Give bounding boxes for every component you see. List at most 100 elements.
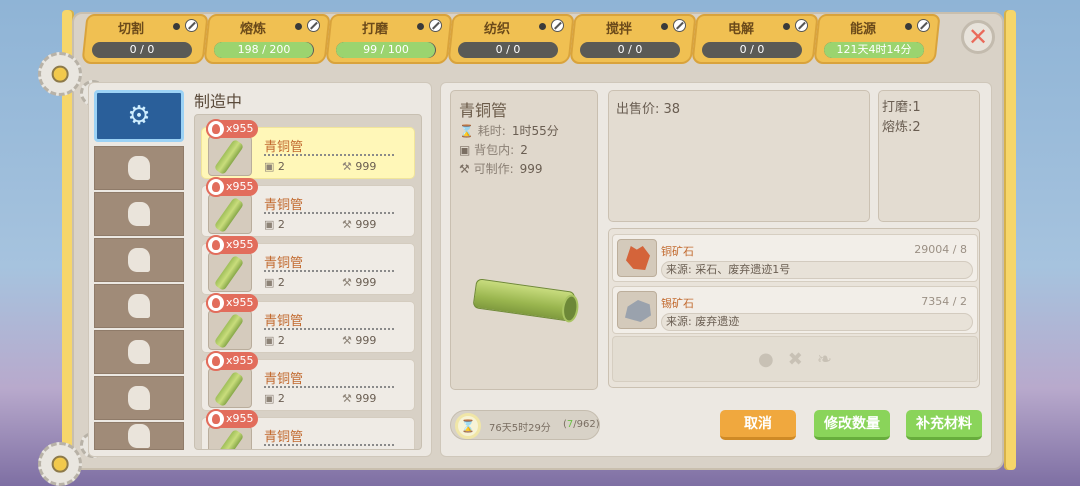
category-tab-fruit[interactable] [94, 284, 184, 328]
progress-bar: 121天4时14分 [824, 42, 924, 58]
tab-cutting[interactable]: 切割 0 / 0 [81, 14, 209, 64]
wrench-icon: ⚒ [459, 162, 470, 176]
tab-title: 电解 [727, 22, 754, 37]
tab-smelting[interactable]: 熔炼 198 / 200 [203, 14, 331, 64]
craftable-count: 999 [342, 218, 376, 231]
category-tab-furniture[interactable] [94, 330, 184, 374]
divider [264, 386, 394, 388]
category-column: ⚙ [94, 90, 184, 450]
carrot-icon [128, 156, 150, 180]
list-item[interactable]: x955 青铜管 2 999 [201, 293, 415, 353]
material-row[interactable]: 锡矿石 7354 / 2 来源: 废弃遗迹 [612, 286, 978, 334]
quantity-badge: x955 [206, 177, 258, 197]
tab-grinding[interactable]: 打磨 99 / 100 [325, 14, 453, 64]
wrench-icon[interactable] [795, 19, 808, 32]
status-dot-icon [661, 23, 668, 30]
flame-icon [206, 351, 226, 371]
gear-icon [38, 52, 82, 96]
progress-bar: 0 / 0 [458, 42, 558, 58]
list-item[interactable]: x955 青铜管 2 999 [201, 235, 415, 295]
frame-edge-right [1004, 10, 1016, 470]
fruit-icon [128, 294, 150, 318]
cross-icon: ✖ [787, 348, 803, 370]
craftable-count: 999 [342, 276, 376, 289]
tab-title: 纺织 [483, 22, 510, 37]
craftable-row: ⚒ 可制作: 999 [459, 162, 543, 176]
wrench-icon[interactable] [185, 19, 198, 32]
material-name: 铜矿石 [661, 245, 694, 258]
list-item[interactable]: x955 青铜管 2 999 [201, 351, 415, 411]
tab-energy[interactable]: 能源 121天4时14分 [813, 14, 941, 64]
refill-materials-button[interactable]: 补充材料 [906, 410, 982, 440]
wrench-icon[interactable] [307, 19, 320, 32]
category-tab-parts[interactable] [94, 376, 184, 420]
divider [264, 328, 394, 330]
category-tab-food[interactable] [94, 146, 184, 190]
flame-icon [206, 293, 226, 313]
tab-title: 熔炼 [239, 22, 266, 37]
flame-icon [206, 409, 226, 429]
broom-icon: ⚙ [127, 101, 151, 131]
material-row[interactable]: 铜矿石 29004 / 8 来源: 采石、废弃遗迹1号 [612, 234, 978, 282]
bag-count: 2 [264, 276, 285, 289]
item-name: 青铜管 [264, 140, 304, 155]
status-dot-icon [417, 23, 424, 30]
material-count: 29004 / 8 [914, 243, 967, 256]
timer-remaining: 76天5时29分 [489, 423, 551, 434]
category-tab-materials[interactable] [94, 422, 184, 450]
item-name: 青铜管 [264, 198, 304, 213]
section-title: 制造中 [194, 92, 243, 111]
wrench-icon[interactable] [917, 19, 930, 32]
item-name: 青铜管 [264, 430, 304, 445]
apple-icon: ● [758, 348, 774, 370]
status-dot-icon [295, 23, 302, 30]
craftable-count: 999 [342, 392, 376, 405]
bronze-pipe-icon [208, 310, 252, 350]
recipe-list[interactable]: x955 青铜管 2 999 x955 青铜管 2 999 x955 青铜管 2… [194, 114, 422, 450]
flame-icon [206, 177, 226, 197]
quantity-badge: x955 [206, 119, 258, 139]
quantity-badge: x955 [206, 293, 258, 313]
tab-title: 搅拌 [605, 22, 632, 37]
progress-bar: 0 / 0 [702, 42, 802, 58]
category-tab-cleaning[interactable]: ⚙ [94, 90, 184, 142]
status-dot-icon [905, 23, 912, 30]
status-dot-icon [539, 23, 546, 30]
modify-quantity-button[interactable]: 修改数量 [814, 410, 890, 440]
tab-title: 切割 [117, 22, 144, 37]
material-name: 锡矿石 [661, 297, 694, 310]
status-dot-icon [783, 23, 790, 30]
progress-bar: 0 / 0 [580, 42, 680, 58]
tab-mixing[interactable]: 搅拌 0 / 0 [569, 14, 697, 64]
close-button[interactable]: ✕ [961, 20, 995, 54]
craftable-count: 999 [342, 160, 376, 173]
flame-icon [206, 119, 226, 139]
list-item[interactable]: x955 青铜管 2 999 [201, 119, 415, 179]
cog-icon [128, 386, 150, 410]
hand-icon [128, 248, 150, 272]
hourglass-icon: ⌛ [459, 124, 474, 138]
tin-ore-icon [617, 291, 657, 329]
quantity-badge: x955 [206, 409, 258, 429]
bronze-pipe-icon [208, 426, 252, 449]
wrench-icon[interactable] [551, 19, 564, 32]
list-item[interactable]: x955 青铜管 2 999 [201, 177, 415, 237]
progress-bar: 0 / 0 [92, 42, 192, 58]
bag-row: ▣ 背包内: 2 [459, 143, 528, 157]
wrench-icon[interactable] [429, 19, 442, 32]
bag-count: 2 [264, 334, 285, 347]
bag-count: 2 [264, 392, 285, 405]
copper-ore-icon [617, 239, 657, 277]
category-tab-tools[interactable] [94, 192, 184, 236]
empty-material-slot: ● ✖ ❧ [612, 336, 978, 382]
cancel-button[interactable]: 取消 [720, 410, 796, 440]
stool-icon [128, 340, 150, 364]
tab-electrolysis[interactable]: 电解 0 / 0 [691, 14, 819, 64]
progress-bar: 198 / 200 [214, 42, 314, 58]
list-item[interactable]: x955 青铜管 2 999 [201, 409, 415, 449]
category-tab-gloves[interactable] [94, 238, 184, 282]
wrench-icon[interactable] [673, 19, 686, 32]
progress-bar: 99 / 100 [336, 42, 436, 58]
tab-weaving[interactable]: 纺织 0 / 0 [447, 14, 575, 64]
detail-item-name: 青铜管 [459, 101, 508, 120]
